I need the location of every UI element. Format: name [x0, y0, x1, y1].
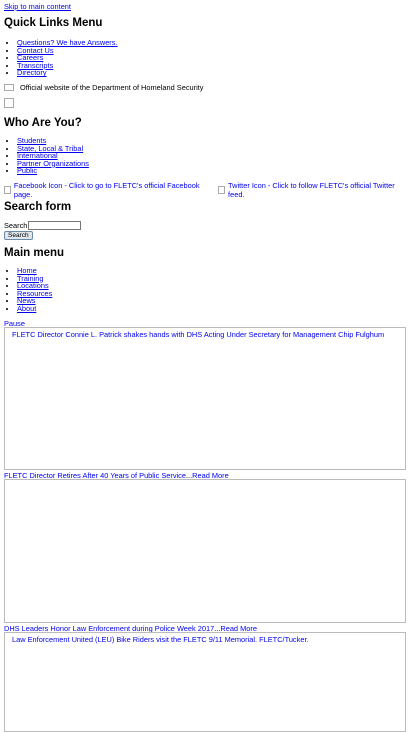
list-item: Locations	[17, 282, 412, 290]
list-item: News	[17, 297, 412, 305]
slide-image-3[interactable]: Law Enforcement United (LEU) Bike Riders…	[4, 632, 406, 732]
list-item: Questions? We have Answers.	[17, 39, 412, 47]
list-item: Partner Organizations	[17, 159, 412, 168]
facebook-icon	[4, 186, 11, 194]
list-item: Resources	[17, 289, 412, 298]
search-button[interactable]: Search	[4, 231, 33, 240]
list-item: Public	[17, 167, 412, 175]
slide-image-2[interactable]	[4, 479, 406, 623]
quick-link-directory[interactable]: Directory	[17, 68, 47, 77]
audience-link-public[interactable]: Public	[17, 166, 37, 175]
social-links: Facebook Icon - Click to go to FLETC's o…	[4, 181, 412, 199]
list-item: State, Local & Tribal	[17, 144, 412, 153]
list-item: Transcripts	[17, 61, 412, 70]
list-item: Training	[17, 274, 412, 283]
fletc-logo-icon[interactable]	[4, 98, 14, 108]
search-form-heading: Search form	[4, 201, 72, 213]
who-are-you-heading: Who Are You?	[4, 117, 82, 129]
list-item: Careers	[17, 54, 412, 62]
search-input[interactable]	[28, 221, 82, 230]
main-menu-heading: Main menu	[4, 247, 65, 259]
official-website-text: Official website of the Department of Ho…	[20, 83, 204, 92]
twitter-icon	[218, 186, 226, 194]
list-item: Home	[17, 267, 412, 275]
list-item: About	[17, 305, 412, 313]
list-item: Contact Us	[17, 46, 412, 55]
main-menu: Home Training Locations Resources News A…	[0, 267, 412, 313]
search-form: Search	[4, 221, 82, 230]
us-flag-icon	[4, 84, 14, 91]
facebook-icon-alt-text: Facebook Icon - Click to go to FLETC's o…	[13, 181, 200, 199]
twitter-icon-alt-text: Twitter Icon - Click to follow FLETC's o…	[228, 181, 395, 199]
official-website-banner: Official website of the Department of Ho…	[4, 83, 204, 92]
skip-to-main-link[interactable]: Skip to main content	[4, 2, 71, 11]
who-are-you-menu: Students State, Local & Tribal Internati…	[0, 137, 412, 175]
slide-image-alt-text: FLETC Director Connie L. Patrick shakes …	[12, 330, 385, 339]
slide-image-1[interactable]: FLETC Director Connie L. Patrick shakes …	[4, 327, 406, 470]
search-label: Search	[4, 221, 28, 230]
nav-link-about[interactable]: About	[17, 304, 36, 313]
quick-links-menu: Questions? We have Answers. Contact Us C…	[0, 39, 412, 77]
facebook-link[interactable]: Facebook Icon - Click to go to FLETC's o…	[4, 181, 213, 199]
twitter-link[interactable]: Twitter Icon - Click to follow FLETC's o…	[218, 181, 407, 199]
slide-image-alt-text: Law Enforcement United (LEU) Bike Riders…	[12, 635, 309, 644]
quick-links-heading: Quick Links Menu	[4, 17, 103, 29]
list-item: Directory	[17, 69, 412, 77]
